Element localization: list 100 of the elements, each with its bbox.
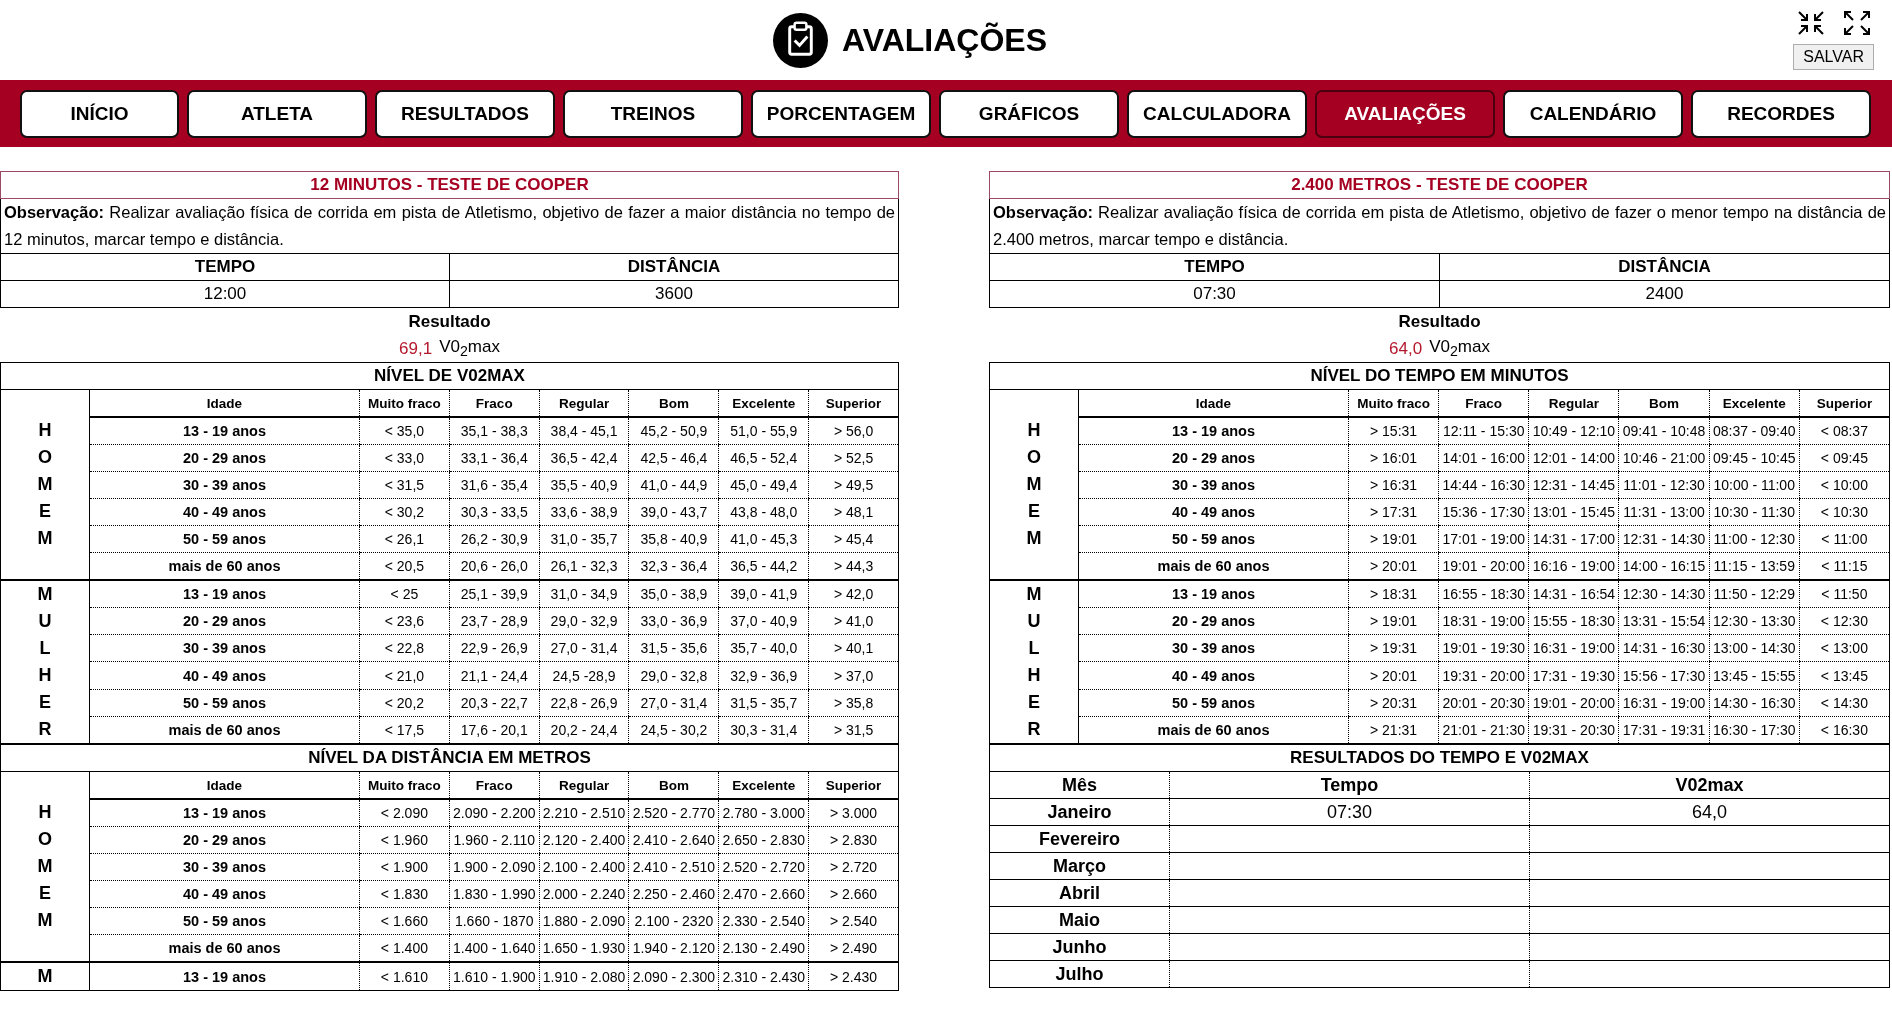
table-cell: > 31,5	[808, 716, 899, 744]
column-header: Idade	[1078, 389, 1349, 417]
table-cell: 25,1 - 39,9	[449, 580, 540, 608]
row-header: 40 - 49 anos	[89, 880, 360, 908]
table-title: NÍVEL DE V02MAX	[0, 362, 899, 390]
table-cell: 2.780 - 3.000	[718, 799, 809, 827]
table-cell: < 16:30	[1799, 716, 1890, 744]
table-cell: 51,0 - 55,9	[718, 417, 809, 445]
table-cell: 17:01 - 19:00	[1438, 525, 1529, 553]
table-cell: 17,6 - 20,1	[449, 716, 540, 744]
table-cell: 2.000 - 2.240	[539, 880, 629, 908]
table-cell: > 19:01	[1348, 525, 1439, 553]
table-cell: > 41,0	[808, 607, 899, 635]
table-cell: < 14:30	[1799, 689, 1890, 717]
table-title: NÍVEL DO TEMPO EM MINUTOS	[989, 362, 1890, 390]
row-header: 50 - 59 anos	[89, 525, 360, 553]
collapse-icon[interactable]	[1796, 10, 1825, 36]
expand-icon[interactable]	[1842, 10, 1871, 36]
panel-title: 2.400 METROS - TESTE DE COOPER	[989, 171, 1890, 199]
table-cell: > 2.540	[808, 907, 899, 935]
nav-button[interactable]: ATLETA	[187, 89, 367, 138]
table-cell: > 37,0	[808, 661, 899, 690]
table-cell: 2.410 - 2.640	[629, 826, 719, 854]
table-cell: > 40,1	[808, 634, 899, 662]
result-label: Resultado	[407, 310, 492, 333]
table-cell: 10:30 - 11:30	[1709, 498, 1800, 526]
table-cell: 08:37 - 09:40	[1709, 417, 1800, 445]
table-cell: 16:55 - 18:30	[1438, 580, 1529, 608]
table-cell: 12:11 - 15:30	[1438, 417, 1529, 445]
table-cell: 20:01 - 20:30	[1438, 689, 1529, 717]
row-header: 40 - 49 anos	[1078, 661, 1349, 690]
row-header: 30 - 39 anos	[89, 634, 360, 662]
group-label: M	[36, 965, 54, 988]
table-cell: > 16:01	[1348, 444, 1439, 472]
row-header: 13 - 19 anos	[1078, 580, 1349, 608]
table-cell: 1.830 - 1.990	[449, 880, 540, 908]
table-cell: > 3.000	[808, 799, 899, 827]
table-cell: 16:16 - 19:00	[1528, 552, 1619, 580]
table-cell: 16:31 - 19:00	[1618, 689, 1710, 717]
table-cell: 09:45 - 10:45	[1709, 444, 1800, 472]
table-cell: > 44,3	[808, 552, 899, 580]
table-cell: > 21:31	[1348, 716, 1439, 744]
nav-button[interactable]: CALENDÁRIO	[1503, 89, 1683, 138]
row-header: mais de 60 anos	[89, 716, 360, 744]
table-cell: 12:30 - 13:30	[1709, 607, 1800, 635]
column-header: Tempo	[1169, 771, 1530, 799]
table-cell: 27,0 - 31,4	[629, 689, 719, 717]
row-header: 20 - 29 anos	[1078, 607, 1349, 635]
nav-button[interactable]: PORCENTAGEM	[751, 89, 931, 138]
table-cell: 45,0 - 49,4	[718, 471, 809, 499]
nav-button[interactable]: RESULTADOS	[375, 89, 555, 138]
nav-button[interactable]: CALCULADORA	[1127, 89, 1307, 138]
table-cell: 35,0 - 38,9	[629, 580, 719, 608]
table-cell: 26,2 - 30,9	[449, 525, 540, 553]
column-header: Fraco	[449, 771, 540, 799]
column-header: Regular	[1528, 389, 1619, 417]
table-cell: 2.250 - 2.460	[629, 880, 719, 908]
table-cell: 36,5 - 42,4	[539, 444, 629, 472]
table-cell: 1.400 - 1.640	[449, 934, 540, 962]
row-header: 20 - 29 anos	[89, 826, 360, 854]
table-cell: 14:31 - 16:54	[1528, 580, 1619, 608]
row-header: 20 - 29 anos	[1078, 444, 1349, 472]
nav-button[interactable]: INÍCIO	[20, 89, 179, 138]
table-cell: 42,5 - 46,4	[629, 444, 719, 472]
nav-button[interactable]: GRÁFICOS	[939, 89, 1119, 138]
table-cell: < 12:30	[1799, 607, 1890, 635]
column-header: Mês	[989, 771, 1170, 799]
table-cell: 11:50 - 12:29	[1709, 580, 1800, 608]
observation-text: Observação: Realizar avaliação física de corrida em pista de Atletismo, objetivo de fazer a maior distância no tempo de 12 minutos, marcar tempo e distância.	[0, 199, 899, 253]
table-cell: 2.100 - 2320	[629, 907, 719, 935]
result-unit: V0$_{2}$max	[1429, 337, 1490, 360]
table-cell: < 30,2	[359, 498, 450, 526]
column-header: Idade	[89, 389, 360, 417]
table-cell: > 42,0	[808, 580, 899, 608]
nav-button[interactable]: TREINOS	[563, 89, 743, 138]
table-cell: > 2.490	[808, 934, 899, 962]
table-cell: 11:00 - 12:30	[1709, 525, 1800, 553]
table-cell: < 35,0	[359, 417, 450, 445]
row-header: mais de 60 anos	[1078, 716, 1349, 744]
row-header: Abril	[989, 879, 1170, 907]
table-cell: 3600	[449, 280, 899, 308]
row-header: 30 - 39 anos	[89, 471, 360, 499]
table-cell: > 19:31	[1348, 634, 1439, 662]
table-cell: > 18:31	[1348, 580, 1439, 608]
row-header: 50 - 59 anos	[89, 907, 360, 935]
table-cell: 37,0 - 40,9	[718, 607, 809, 635]
table-cell: 1.910 - 2.080	[539, 962, 629, 991]
save-button[interactable]: SALVAR	[1793, 44, 1874, 70]
table-cell: 2.470 - 2.660	[718, 880, 809, 908]
row-header: mais de 60 anos	[1078, 552, 1349, 580]
table-cell: 2.410 - 2.510	[629, 853, 719, 881]
table-cell: 24,5 - 30,2	[629, 716, 719, 744]
row-header: 13 - 19 anos	[89, 417, 360, 445]
nav-button[interactable]: AVALIAÇÕES	[1315, 89, 1495, 138]
table-cell: 22,9 - 26,9	[449, 634, 540, 662]
table-cell: > 56,0	[808, 417, 899, 445]
table-cell: < 13:00	[1799, 634, 1890, 662]
nav-button[interactable]: RECORDES	[1691, 89, 1871, 138]
column-header: Bom	[1618, 389, 1710, 417]
table-cell: 2.090 - 2.200	[449, 799, 540, 827]
